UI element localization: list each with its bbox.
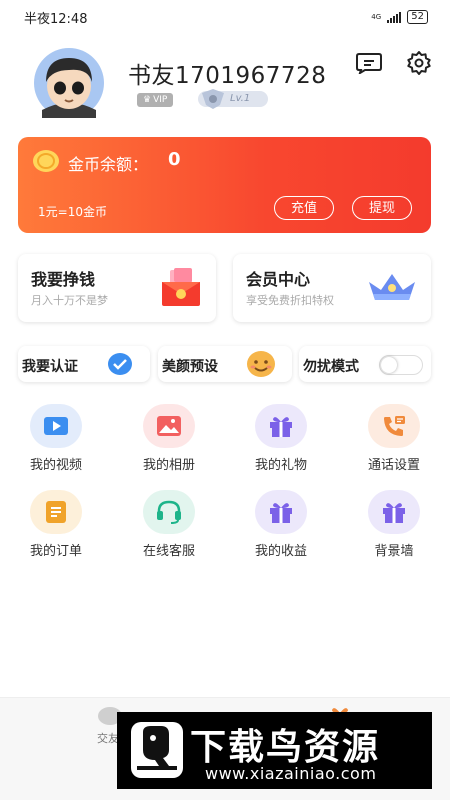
- toggle-knob: [381, 357, 397, 373]
- watermark-banner: 下载鸟资源 www.xiazainiao.com: [117, 712, 432, 789]
- verify-label: 我要认证: [22, 359, 78, 375]
- do-not-disturb-row: 勿扰模式: [299, 346, 431, 382]
- menu-item-call-settings[interactable]: 通话设置: [344, 404, 444, 474]
- profile-header: 书友1701967728 ♛ VIP Lv.1: [30, 48, 432, 120]
- status-bar: 半夜12:48 4G 52: [0, 0, 450, 34]
- tab-friends-label[interactable]: 交友: [97, 730, 119, 746]
- verify-button[interactable]: 我要认证: [18, 346, 150, 382]
- battery-icon: 52: [407, 10, 428, 24]
- message-icon[interactable]: [355, 52, 383, 76]
- bird-logo-icon: [129, 720, 185, 784]
- order-icon: [30, 490, 82, 534]
- watermark-title: 下载鸟资源: [190, 727, 381, 768]
- vip-label: VIP: [153, 95, 168, 105]
- recharge-button[interactable]: 充值: [274, 196, 334, 220]
- earn-money-card[interactable]: 我要挣钱 月入十万不是梦: [18, 254, 216, 322]
- level-badge: Lv.1: [198, 89, 268, 109]
- menu-label: 我的视频: [29, 458, 82, 473]
- menu-label: 我的订单: [29, 544, 82, 559]
- menu-label: 我的收益: [254, 544, 307, 559]
- menu-item-my-video[interactable]: 我的视频: [6, 404, 106, 474]
- phone-icon: [368, 404, 420, 448]
- menu-label: 我的礼物: [254, 458, 307, 473]
- do-not-disturb-label: 勿扰模式: [303, 359, 359, 375]
- video-icon: [30, 404, 82, 448]
- menu-item-background-wall[interactable]: 背景墙: [344, 490, 444, 560]
- menu-item-my-gifts[interactable]: 我的礼物: [231, 404, 331, 474]
- menu-item-my-album[interactable]: 我的相册: [119, 404, 219, 474]
- gift-icon: [255, 404, 307, 448]
- level-icon: [200, 89, 226, 115]
- avatar[interactable]: [30, 48, 108, 118]
- username: 书友1701967728: [128, 63, 327, 89]
- gift-icon: [255, 490, 307, 534]
- red-envelope-icon: [156, 268, 206, 312]
- status-time: 半夜12:48: [24, 11, 88, 27]
- network-label: 4G: [371, 12, 382, 21]
- vip-center-card[interactable]: 会员中心 享受免费折扣特权: [233, 254, 431, 322]
- menu-item-my-orders[interactable]: 我的订单: [6, 490, 106, 560]
- photo-icon: [143, 404, 195, 448]
- vip-badge: ♛ VIP: [137, 93, 174, 107]
- gear-icon[interactable]: [406, 50, 432, 76]
- crown-icon: ♛: [143, 95, 152, 105]
- vip-center-title: 会员中心: [246, 270, 311, 289]
- vip-center-subtitle: 享受免费折扣特权: [246, 294, 334, 307]
- balance-label: 金币余额：: [68, 155, 149, 174]
- smiley-icon: [246, 350, 276, 382]
- menu-label: 在线客服: [142, 544, 195, 559]
- signal-icon: [387, 11, 402, 23]
- check-icon: [108, 353, 132, 379]
- exchange-rate: 1元=10金币: [38, 205, 107, 219]
- headset-icon: [143, 490, 195, 534]
- withdraw-button[interactable]: 提现: [352, 196, 412, 220]
- watermark-url: www.xiazainiao.com: [205, 764, 377, 783]
- menu-label: 背景墙: [374, 544, 414, 559]
- vip-crown-icon: [365, 272, 419, 306]
- menu-item-my-earnings[interactable]: 我的收益: [231, 490, 331, 560]
- earn-money-title: 我要挣钱: [31, 270, 96, 289]
- earn-money-subtitle: 月入十万不是梦: [31, 294, 108, 307]
- balance-value: 0: [168, 149, 181, 170]
- gift-icon: [368, 490, 420, 534]
- beauty-preset-button[interactable]: 美颜预设: [158, 346, 292, 382]
- status-indicators: 4G 52: [371, 10, 428, 24]
- wallet-card: 金币余额： 0 1元=10金币 充值 提现: [18, 137, 431, 233]
- do-not-disturb-toggle[interactable]: [379, 355, 423, 375]
- level-label: Lv.1: [230, 93, 251, 104]
- coin-icon: [32, 149, 60, 177]
- menu-label: 通话设置: [367, 458, 420, 473]
- beauty-preset-label: 美颜预设: [162, 359, 218, 375]
- menu-label: 我的相册: [142, 458, 195, 473]
- menu-item-online-support[interactable]: 在线客服: [119, 490, 219, 560]
